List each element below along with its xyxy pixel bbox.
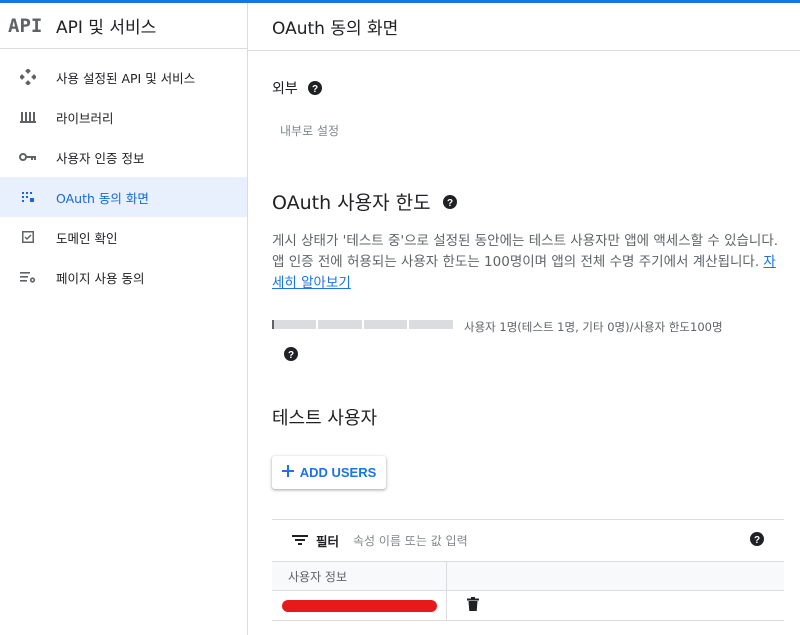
- user-type-row: 외부 ?: [272, 78, 322, 98]
- help-icon[interactable]: ?: [284, 347, 298, 361]
- actions-cell: [447, 596, 479, 615]
- sidebar-item-label: 라이브러리: [56, 110, 114, 126]
- filter-label: 필터: [316, 534, 340, 549]
- oauth-consent-icon: [0, 190, 56, 204]
- settings-list-icon: [0, 270, 56, 284]
- checkbox-icon: [0, 231, 56, 243]
- test-users-table: 필터 ? 사용자 정보: [272, 519, 784, 621]
- main-content: OAuth 동의 화면 외부 ? 내부로 설정 OAuth 사용자 한도 ? 게…: [248, 3, 800, 635]
- sidebar-item-label: 사용 설정된 API 및 서비스: [56, 70, 196, 86]
- key-icon: [0, 152, 56, 162]
- table-header: 사용자 정보: [272, 561, 784, 591]
- sidebar-nav: 사용 설정된 API 및 서비스 라이브러리 사용자 인증 정보 OAuth 동…: [0, 57, 247, 297]
- help-icon[interactable]: ?: [750, 532, 764, 546]
- test-users-title: 테스트 사용자: [272, 408, 378, 429]
- sidebar-item-oauth-consent[interactable]: OAuth 동의 화면: [0, 177, 247, 217]
- library-icon: [0, 110, 56, 124]
- filter-bar: 필터 ?: [272, 519, 784, 561]
- user-cap-progress-bar: [272, 320, 453, 329]
- sidebar-item-domain-verification[interactable]: 도메인 확인: [0, 217, 247, 257]
- sidebar-title: API 및 서비스: [56, 18, 157, 38]
- user-cap-description-text: 게시 상태가 '테스트 중'으로 설정된 동안에는 테스트 사용자만 앱에 액세…: [272, 233, 779, 270]
- sidebar-item-enabled-apis[interactable]: 사용 설정된 API 및 서비스: [0, 57, 247, 97]
- sidebar-item-page-usage-agreements[interactable]: 페이지 사용 동의: [0, 257, 247, 297]
- plus-icon: [281, 465, 294, 480]
- column-header-user-info[interactable]: 사용자 정보: [272, 562, 447, 590]
- sidebar-item-credentials[interactable]: 사용자 인증 정보: [0, 137, 247, 177]
- user-cap-title: OAuth 사용자 한도: [272, 192, 431, 214]
- column-header-actions: [447, 562, 784, 590]
- sidebar: API API 및 서비스 사용 설정된 API 및 서비스 라이브러리 사용자…: [0, 3, 248, 635]
- sidebar-item-label: 도메인 확인: [56, 230, 118, 246]
- sidebar-header: API API 및 서비스: [0, 3, 247, 49]
- make-internal-button[interactable]: 내부로 설정: [280, 122, 339, 139]
- sidebar-item-library[interactable]: 라이브러리: [0, 97, 247, 137]
- filter-input[interactable]: [351, 532, 652, 549]
- svg-text:?: ?: [447, 198, 453, 209]
- filter-icon: [292, 531, 308, 550]
- sidebar-item-label: OAuth 동의 화면: [56, 190, 149, 206]
- user-info-cell: [272, 591, 447, 620]
- delete-icon[interactable]: [467, 596, 479, 615]
- table-row: [272, 591, 784, 621]
- svg-text:?: ?: [312, 84, 318, 95]
- sidebar-item-label: 사용자 인증 정보: [56, 150, 145, 166]
- svg-text:?: ?: [754, 535, 760, 546]
- add-users-button[interactable]: ADD USERS: [272, 456, 386, 489]
- help-icon[interactable]: ?: [307, 81, 322, 95]
- api-logo: API: [8, 14, 43, 37]
- svg-text:?: ?: [288, 350, 294, 361]
- help-icon[interactable]: ?: [442, 194, 457, 209]
- page-title: OAuth 동의 화면: [248, 3, 800, 51]
- user-type-value: 외부: [272, 81, 298, 97]
- add-users-label: ADD USERS: [299, 465, 377, 480]
- progress-fill: [272, 320, 274, 329]
- user-cap-progress-label: 사용자 1명(테스트 1명, 기타 0명)/사용자 한도100명: [464, 320, 723, 334]
- sidebar-item-label: 페이지 사용 동의: [56, 270, 145, 286]
- user-cap-description: 게시 상태가 '테스트 중'으로 설정된 동안에는 테스트 사용자만 앱에 액세…: [272, 231, 782, 294]
- user-cap-title-row: OAuth 사용자 한도 ?: [272, 188, 457, 215]
- api-services-icon: [0, 69, 56, 85]
- redacted-email: [282, 599, 437, 612]
